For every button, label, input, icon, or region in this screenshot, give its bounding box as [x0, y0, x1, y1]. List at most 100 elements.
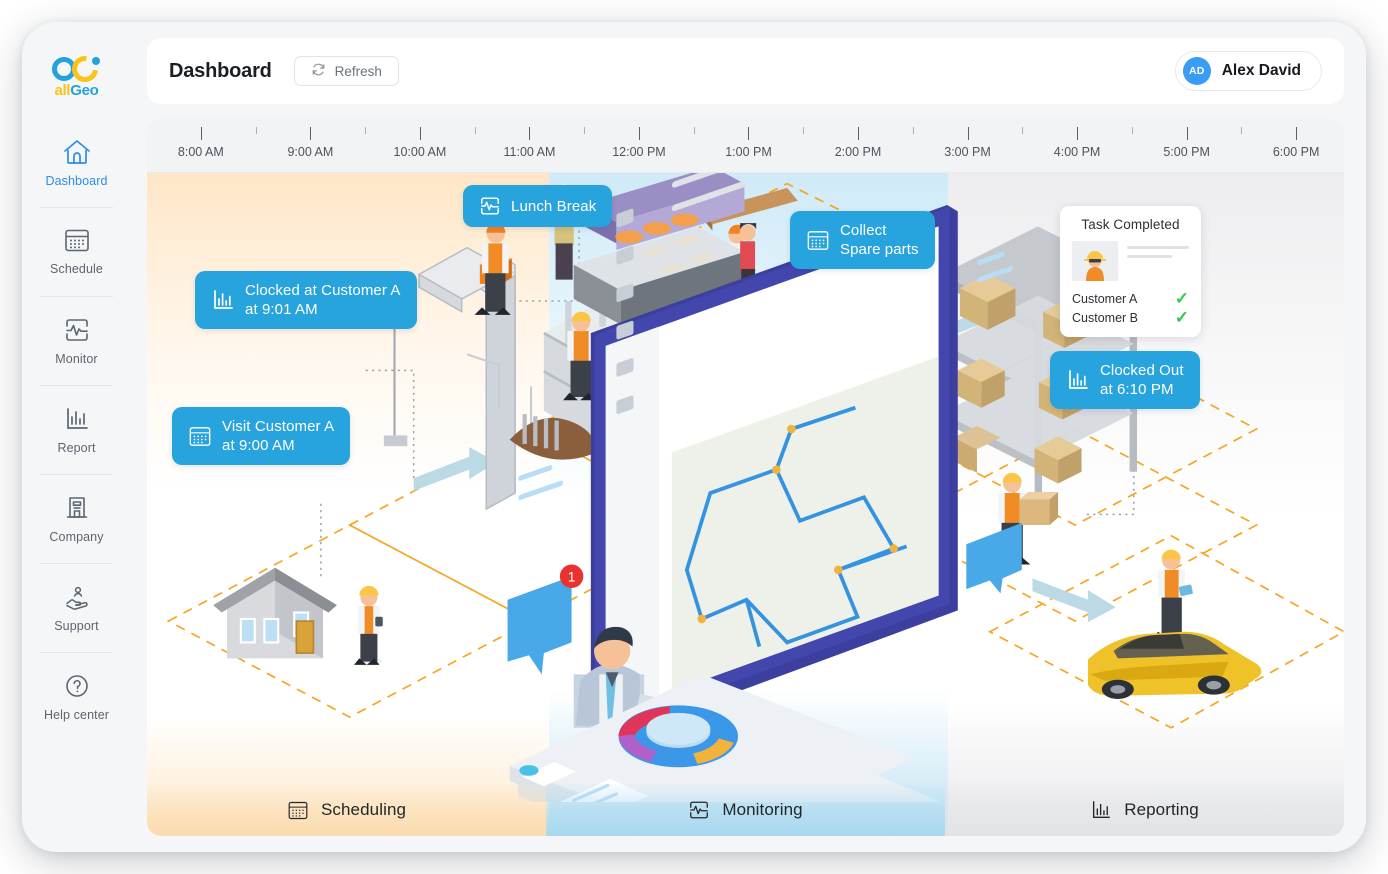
calendar-icon: [287, 800, 309, 821]
timeline-tick-label: 10:00 AM: [393, 145, 447, 159]
user-name: Alex David: [1221, 62, 1301, 79]
sidebar-item-help-center[interactable]: Help center: [22, 652, 131, 741]
task-card-title: Task Completed: [1081, 217, 1180, 232]
timeline-tick-major: [1296, 127, 1298, 140]
timeline-tick-major: [638, 127, 640, 140]
pill-lunch-break[interactable]: Lunch Break: [463, 185, 613, 227]
task-row: Customer A ✓: [1072, 289, 1189, 308]
sidebar-item-label: Dashboard: [45, 173, 108, 188]
timeline-tick-major: [419, 127, 421, 140]
building-icon: [63, 494, 91, 522]
task-row-label: Customer A: [1072, 292, 1138, 306]
pill-clocked-in[interactable]: Clocked at Customer A at 9:01 AM: [195, 271, 417, 329]
hand-user-icon: [62, 583, 92, 611]
timeline-tick-label: 6:00 PM: [1272, 145, 1320, 159]
timeline-tick-major: [200, 127, 202, 140]
sidebar-item-schedule[interactable]: Schedule: [22, 207, 131, 296]
sidebar-item-company[interactable]: Company: [22, 474, 131, 563]
timeline-tick-minor: [1131, 127, 1133, 134]
worker-figure-house: [353, 585, 383, 666]
bottom-tab-bar: Scheduling Monitoring Reporting: [147, 784, 1344, 836]
timeline-tick-label: 1:00 PM: [725, 145, 772, 159]
timeline-tick-major: [529, 127, 531, 140]
timeline-tick-major: [310, 127, 312, 140]
timeline-tick-label: 12:00 PM: [612, 145, 666, 159]
worker-avatar-thumbnail: [1072, 241, 1118, 281]
sidebar-item-monitor[interactable]: Monitor: [22, 296, 131, 385]
timeline-tick-minor: [365, 127, 367, 134]
dashboard-canvas: 8:00 AM 9:00 AM 10:00 AM 11:00 AM 12:00 PM 1:…: [147, 119, 1344, 836]
pulse-icon: [479, 195, 501, 217]
tab-monitoring[interactable]: Monitoring: [546, 784, 945, 836]
sidebar-item-label: Monitor: [55, 351, 98, 366]
calendar-icon: [63, 227, 91, 254]
pill-label: Collect Spare parts: [840, 222, 919, 258]
timeline-tick-minor: [912, 127, 914, 134]
timeline-tick-label: 11:00 AM: [503, 145, 556, 159]
timeline-tick-major: [1077, 127, 1079, 140]
svg-text:1: 1: [568, 569, 576, 585]
user-profile-button[interactable]: AD Alex David: [1174, 51, 1322, 91]
calendar-icon: [806, 229, 830, 252]
bar-chart-icon: [211, 288, 235, 312]
timeline-tick-minor: [474, 127, 476, 134]
logo-text-all: all: [54, 82, 71, 99]
logo-text-geo: Geo: [70, 82, 99, 99]
tab-label: Monitoring: [722, 800, 803, 819]
tab-scheduling[interactable]: Scheduling: [147, 784, 546, 836]
timeline-tick-major: [858, 127, 860, 140]
pill-label: Lunch Break: [511, 197, 597, 215]
tab-reporting[interactable]: Reporting: [945, 784, 1344, 836]
pill-collect-spare-parts[interactable]: Collect Spare parts: [790, 211, 935, 269]
question-circle-icon: [63, 672, 91, 700]
sidebar-item-support[interactable]: Support: [22, 563, 131, 652]
illustration-stage: 1 Lunch Break Clocked at Customer A at 9…: [147, 173, 1344, 836]
check-icon: ✓: [1174, 308, 1189, 327]
timeline-tick-minor: [693, 127, 695, 134]
timeline-tick-label: 5:00 PM: [1163, 145, 1210, 159]
refresh-button[interactable]: Refresh: [293, 56, 399, 86]
bar-chart-icon: [63, 405, 91, 433]
timeline-tick-label: 9:00 AM: [287, 145, 334, 159]
placeholder-line: [1127, 255, 1172, 258]
refresh-label: Refresh: [334, 63, 382, 79]
sidebar-item-label: Schedule: [50, 262, 103, 276]
pill-visit-customer[interactable]: Visit Customer A at 9:00 AM: [172, 407, 351, 465]
task-card-header: [1072, 241, 1189, 281]
sidebar-item-label: Support: [54, 618, 99, 633]
timeline-tick-major: [1186, 127, 1188, 140]
allgeo-logo-icon[interactable]: allGeo: [46, 50, 108, 102]
check-icon: ✓: [1174, 289, 1189, 308]
task-card-placeholder-lines: [1127, 241, 1189, 264]
sidebar-item-label: Company: [49, 529, 104, 544]
pill-clocked-out[interactable]: Clocked Out at 6:10 PM: [1050, 351, 1200, 409]
timeline-tick-minor: [584, 127, 586, 134]
timeline-tick-minor: [803, 127, 805, 134]
bar-chart-icon: [1066, 368, 1090, 392]
avatar: AD: [1182, 57, 1211, 85]
page-header: Dashboard Refresh AD Alex David: [147, 38, 1344, 104]
timeline-tick-label: 2:00 PM: [834, 145, 882, 159]
app-window: allGeo Dashboard Schedule Monitor Report…: [22, 22, 1366, 852]
task-row: Customer B ✓: [1072, 308, 1189, 327]
pill-label: Clocked at Customer A at 9:01 AM: [245, 282, 401, 318]
sidebar: allGeo Dashboard Schedule Monitor Report…: [22, 22, 131, 852]
sidebar-item-label: Help center: [43, 707, 110, 722]
bar-chart-icon: [1090, 799, 1112, 821]
sidebar-item-report[interactable]: Report: [22, 385, 131, 474]
timeline-ruler[interactable]: 8:00 AM 9:00 AM 10:00 AM 11:00 AM 12:00 PM 1:…: [147, 119, 1344, 173]
sidebar-item-label: Report: [57, 440, 96, 455]
sidebar-item-dashboard[interactable]: Dashboard: [22, 118, 131, 207]
task-row-label: Customer B: [1072, 311, 1138, 325]
pill-label: Clocked Out at 6:10 PM: [1100, 362, 1184, 398]
placeholder-line: [1127, 246, 1189, 249]
car-illustration: [1087, 631, 1262, 699]
refresh-icon: [311, 62, 326, 80]
timeline-tick-label: 4:00 PM: [1053, 145, 1101, 159]
worker-figure-car: [1149, 549, 1193, 640]
pulse-icon: [688, 799, 710, 821]
house-illustration: [213, 567, 337, 659]
timeline-tick-label: 8:00 AM: [177, 145, 224, 159]
sidebar-nav: Dashboard Schedule Monitor Report Compan…: [22, 118, 131, 741]
main-content: Dashboard Refresh AD Alex David 8:00 AM …: [131, 22, 1366, 852]
